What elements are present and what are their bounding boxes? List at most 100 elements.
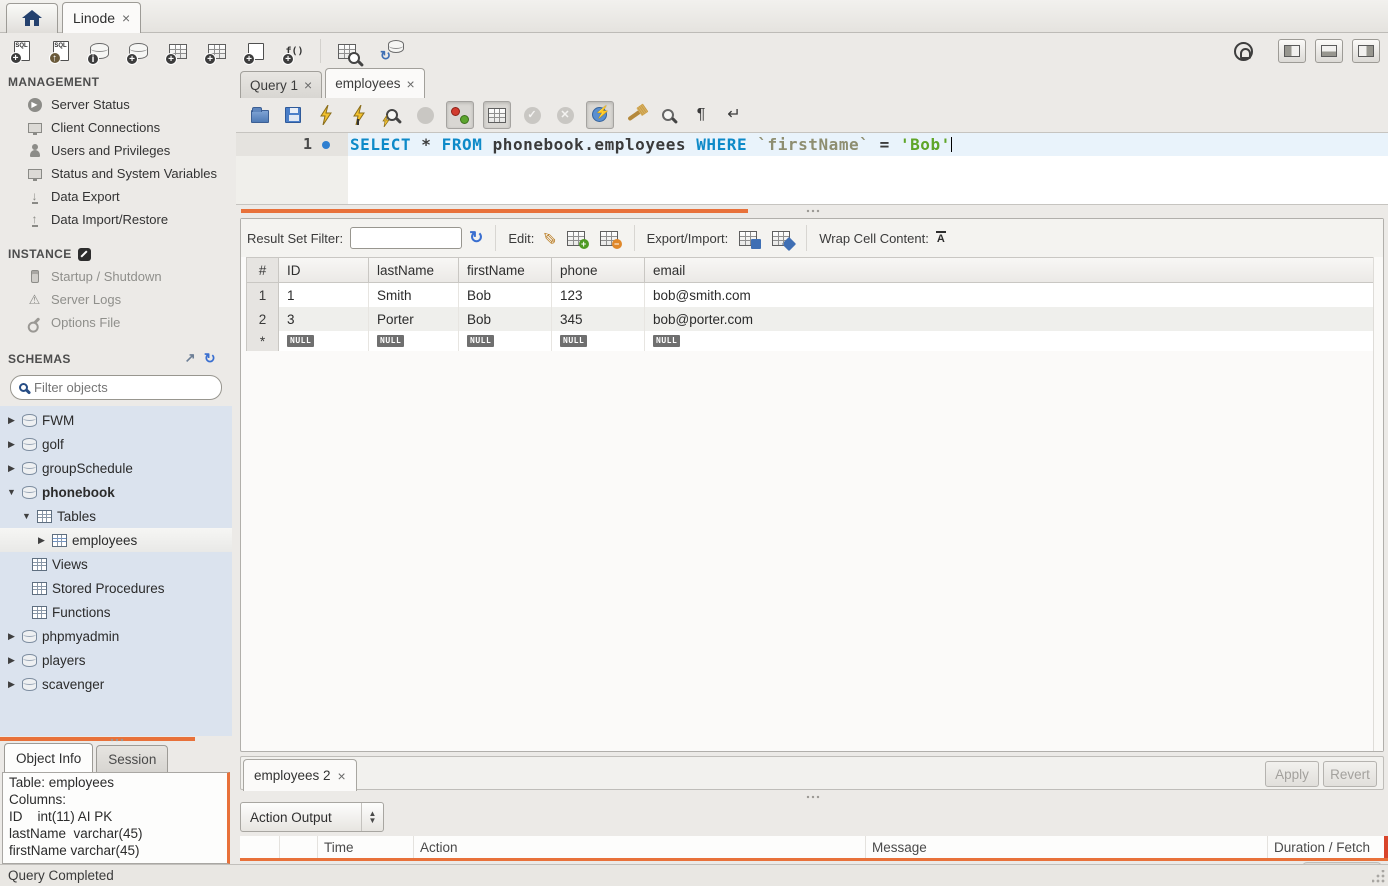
tree-item-golf[interactable]: ▶ golf — [0, 432, 232, 456]
tab-object-info[interactable]: Object Info — [4, 743, 93, 772]
create-stored-procedure-button[interactable]: + — [242, 38, 269, 65]
cell-firstname[interactable]: Bob — [459, 307, 552, 331]
tree-item-phpmyadmin[interactable]: ▶ phpmyadmin — [0, 624, 232, 648]
stop-query-button[interactable] — [413, 103, 437, 127]
result-filter-input[interactable] — [350, 227, 462, 249]
refresh-schemas-icon[interactable]: ↻ — [204, 350, 216, 367]
output-splitter-grip[interactable] — [806, 795, 820, 799]
tab-employees[interactable]: employees × — [325, 68, 424, 98]
column-header-message[interactable]: Message — [866, 836, 1268, 858]
editor-result-splitter[interactable] — [236, 205, 1388, 218]
import-records-button[interactable] — [768, 226, 794, 250]
chevron-right-icon[interactable]: ▶ — [6, 655, 17, 666]
close-icon[interactable]: × — [338, 769, 346, 783]
splitter-grip[interactable] — [110, 738, 124, 742]
save-script-button[interactable] — [281, 103, 305, 127]
column-header-id[interactable]: ID — [279, 258, 369, 282]
invisible-characters-button[interactable]: ¶ — [689, 103, 713, 127]
new-sql-tab-button[interactable]: SQL+ — [8, 38, 35, 65]
create-schema-button[interactable]: + — [125, 38, 152, 65]
tree-item-groupschedule[interactable]: ▶ groupSchedule — [0, 456, 232, 480]
chevron-down-icon[interactable]: ▼ — [6, 487, 17, 497]
column-header-lastname[interactable]: lastName — [369, 258, 459, 282]
apply-button[interactable]: Apply — [1265, 761, 1319, 787]
edit-record-icon[interactable]: ✎ — [538, 231, 558, 245]
sidebar-splitter[interactable] — [0, 736, 232, 743]
search-table-data-button[interactable] — [333, 38, 360, 65]
toggle-bottom-panel-button[interactable] — [1315, 39, 1343, 63]
column-header-phone[interactable]: phone — [552, 258, 645, 282]
selector-spinner-icon[interactable]: ▲▼ — [361, 803, 383, 831]
reconnect-dbms-button[interactable]: ↻ — [378, 38, 405, 65]
window-resize-grip[interactable] — [1372, 870, 1386, 884]
refresh-icon[interactable]: ↻ — [469, 228, 483, 248]
export-recordset-button[interactable] — [735, 226, 761, 250]
cell-id[interactable]: 3 — [279, 307, 369, 331]
create-table-button[interactable]: + — [164, 38, 191, 65]
close-icon[interactable]: × — [304, 78, 312, 92]
tree-item-employees[interactable]: ▶ employees — [0, 528, 232, 552]
execute-current-statement-button[interactable] — [347, 103, 371, 127]
cell-id[interactable]: 1 — [279, 283, 369, 307]
close-icon[interactable]: × — [122, 11, 130, 25]
cell-null[interactable]: NULL — [552, 331, 645, 351]
cell-lastname[interactable]: Smith — [369, 283, 459, 307]
tab-query-1[interactable]: Query 1 × — [240, 71, 322, 98]
new-row-placeholder[interactable]: * NULL NULL NULL NULL NULL — [247, 331, 1373, 351]
cell-lastname[interactable]: Porter — [369, 307, 459, 331]
schema-filter-input[interactable] — [34, 380, 184, 395]
sidebar-item-client-connections[interactable]: Client Connections — [0, 116, 232, 139]
sidebar-item-users-privileges[interactable]: Users and Privileges — [0, 139, 232, 162]
find-button[interactable] — [656, 103, 680, 127]
delete-row-button[interactable]: − — [596, 226, 622, 250]
cell-phone[interactable]: 345 — [552, 307, 645, 331]
chevron-right-icon[interactable]: ▶ — [6, 439, 17, 450]
output-view-selector[interactable]: Action Output ▲▼ — [240, 802, 384, 832]
schema-filter-box[interactable] — [10, 375, 222, 400]
schema-inspector-button[interactable]: i — [86, 38, 113, 65]
sidebar-item-data-import[interactable]: ↑ Data Import/Restore — [0, 208, 232, 231]
column-header-time[interactable]: Time — [318, 836, 414, 858]
tree-item-views[interactable]: Views — [0, 552, 232, 576]
close-icon[interactable]: × — [407, 77, 415, 91]
table-row[interactable]: 1 1 Smith Bob 123 bob@smith.com — [247, 283, 1373, 307]
connection-tab[interactable]: Linode × — [62, 2, 141, 33]
sql-editor[interactable]: 1 SELECT * FROM phonebook.employees WHER… — [236, 132, 1388, 205]
sidebar-item-startup-shutdown[interactable]: Startup / Shutdown — [0, 265, 232, 288]
table-row[interactable]: 2 3 Porter Bob 345 bob@porter.com — [247, 307, 1373, 331]
vertical-scrollbar[interactable] — [1373, 257, 1383, 751]
toggle-autocommit-button[interactable]: ⚡ — [586, 101, 614, 129]
tree-item-functions[interactable]: Functions — [0, 600, 232, 624]
cell-email[interactable]: bob@porter.com — [645, 307, 1373, 331]
create-view-button[interactable]: + — [203, 38, 230, 65]
wrap-cell-content-icon[interactable]: A — [936, 231, 946, 245]
tree-item-scavenger[interactable]: ▶ scavenger — [0, 672, 232, 696]
execute-button[interactable] — [314, 103, 338, 127]
sidebar-item-options-file[interactable]: Options File — [0, 311, 232, 334]
sql-statement[interactable]: SELECT * FROM phonebook.employees WHERE … — [350, 133, 952, 156]
tab-employees-2[interactable]: employees 2 × — [243, 759, 357, 791]
sidebar-item-server-status[interactable]: ▶ Server Status — [0, 93, 232, 116]
tree-item-fwm[interactable]: ▶ FWM — [0, 408, 232, 432]
wrap-text-button[interactable]: ↵ — [722, 103, 746, 127]
chevron-right-icon[interactable]: ▶ — [6, 415, 17, 426]
column-header-num[interactable]: # — [247, 258, 279, 282]
sidebar-item-status-system-variables[interactable]: Status and System Variables — [0, 162, 232, 185]
cell-null[interactable]: NULL — [645, 331, 1373, 351]
sidebar-item-server-logs[interactable]: ⚠ Server Logs — [0, 288, 232, 311]
beautify-button[interactable] — [623, 103, 647, 127]
chevron-right-icon[interactable]: ▶ — [6, 631, 17, 642]
chevron-right-icon[interactable]: ▶ — [6, 679, 17, 690]
tree-item-phonebook[interactable]: ▼ phonebook — [0, 480, 232, 504]
tree-item-players[interactable]: ▶ players — [0, 648, 232, 672]
toggle-right-panel-button[interactable] — [1352, 39, 1380, 63]
toggle-left-panel-button[interactable] — [1278, 39, 1306, 63]
explain-button[interactable] — [380, 103, 404, 127]
cell-null[interactable]: NULL — [369, 331, 459, 351]
open-sql-script-button[interactable]: SQL↑ — [47, 38, 74, 65]
chevron-right-icon[interactable]: ▶ — [6, 463, 17, 474]
column-header-email[interactable]: email — [645, 258, 1373, 282]
column-header-duration[interactable]: Duration / Fetch — [1268, 836, 1388, 858]
add-row-button[interactable]: + — [563, 226, 589, 250]
revert-button[interactable]: Revert — [1323, 761, 1377, 787]
